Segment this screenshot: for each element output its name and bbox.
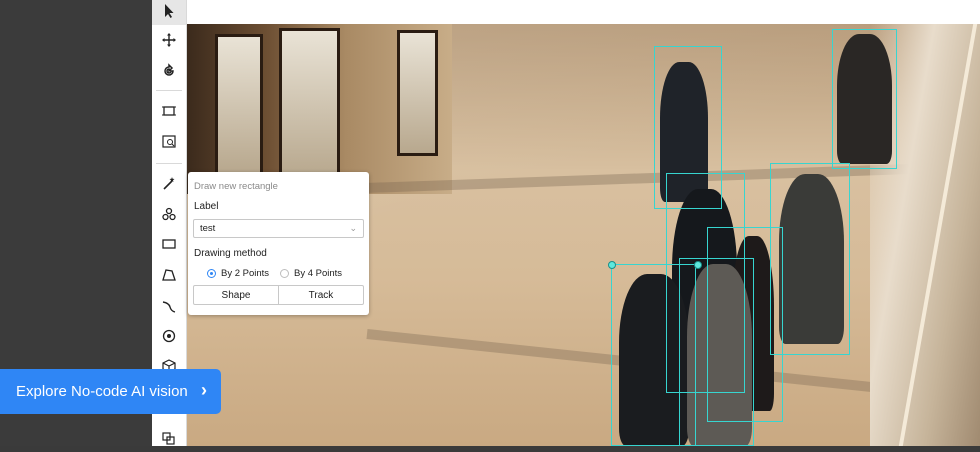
group-icon[interactable] [152, 424, 186, 452]
rectangle-icon[interactable] [152, 230, 186, 258]
draw-mode-buttons: Shape Track [193, 285, 364, 305]
drawing-method-heading: Drawing method [194, 248, 267, 259]
radio-label: By 4 Points [294, 268, 343, 279]
radio-dot [207, 269, 216, 278]
label-select[interactable]: test ⌄ [193, 219, 364, 238]
bbox-corner-handle[interactable] [608, 261, 616, 269]
background-window [397, 30, 438, 156]
fit-frame-icon[interactable] [152, 97, 186, 125]
draw-rectangle-popup: Draw new rectangle Label test ⌄ Drawing … [188, 172, 369, 315]
rotate-icon[interactable] [152, 57, 186, 85]
background-window [279, 28, 340, 179]
magic-wand-icon[interactable] [152, 169, 186, 197]
bounding-box[interactable] [679, 258, 754, 446]
radio-label: By 2 Points [221, 268, 270, 279]
move-arrows-icon[interactable] [152, 26, 186, 54]
bbox-corner-handle[interactable] [694, 261, 702, 269]
label-heading: Label [194, 201, 219, 212]
toolbar-divider [156, 90, 182, 91]
radio-dot [280, 269, 289, 278]
shape-button[interactable]: Shape [194, 286, 278, 304]
popup-title: Draw new rectangle [194, 181, 278, 192]
ai-cluster-icon[interactable] [152, 200, 186, 228]
chevron-right-icon: › [201, 380, 207, 400]
zoom-region-icon[interactable] [152, 128, 186, 156]
toolbar-divider [156, 163, 182, 164]
track-button[interactable]: Track [278, 286, 363, 304]
top-bar [187, 0, 980, 24]
radio-by-2-points[interactable]: By 2 Points [207, 268, 269, 279]
polygon-icon[interactable] [152, 261, 186, 289]
background-window [215, 34, 263, 175]
bounding-box[interactable] [832, 29, 897, 169]
label-select-value: test [200, 223, 216, 234]
cursor-arrow-icon[interactable] [152, 0, 186, 25]
cta-label: Explore No-code AI vision [16, 383, 188, 400]
polyline-icon[interactable] [152, 292, 186, 320]
point-icon[interactable] [152, 322, 186, 350]
chevron-down-icon: ⌄ [349, 223, 357, 233]
explore-ai-vision-button[interactable]: Explore No-code AI vision › [0, 369, 221, 414]
radio-by-4-points[interactable]: By 4 Points [280, 268, 342, 279]
